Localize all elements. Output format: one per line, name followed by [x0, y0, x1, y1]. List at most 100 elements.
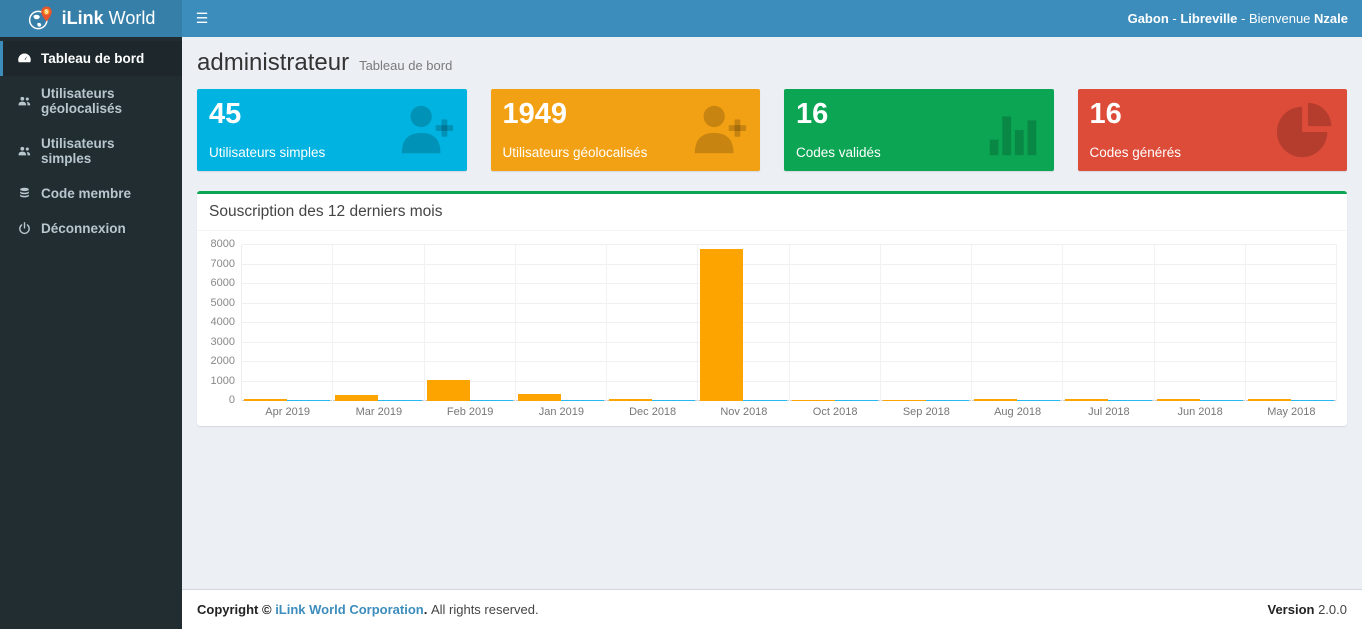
- bar-orange: [883, 400, 926, 402]
- bar-blue: [287, 400, 330, 402]
- bar-group: [881, 245, 972, 401]
- bar-group: [242, 245, 333, 401]
- x-tick-label: Aug 2018: [972, 406, 1063, 418]
- card-codes-generes[interactable]: 16 Codes générés: [1078, 89, 1348, 171]
- y-tick-label: 1000: [211, 375, 235, 387]
- page-title: administrateur: [197, 49, 349, 77]
- x-tick-label: Mar 2019: [333, 406, 424, 418]
- y-tick-label: 8000: [211, 238, 235, 250]
- card-utilisateurs-simples[interactable]: 45 Utilisateurs simples: [197, 89, 467, 171]
- dashboard-icon: [17, 51, 32, 66]
- chart-y-axis: 010002000300040005000600070008000: [205, 245, 241, 401]
- bar-group: [516, 245, 607, 401]
- bar-group: [972, 245, 1063, 401]
- top-bar: $ iLink World ☰ Gabon - Libreville - Bie…: [0, 0, 1362, 37]
- main-content: administrateur Tableau de bord 45 Utilis…: [182, 37, 1362, 629]
- x-tick-label: Apr 2019: [242, 406, 333, 418]
- x-tick-label: Jul 2018: [1063, 406, 1154, 418]
- sidebar: Tableau de bord Utilisateurs géolocalisé…: [0, 37, 182, 629]
- database-icon: [17, 186, 32, 201]
- sidebar-item-deconnexion[interactable]: Déconnexion: [0, 211, 182, 246]
- panel-title: Souscription des 12 derniers mois: [209, 203, 442, 220]
- sidebar-item-label: Tableau de bord: [41, 51, 144, 66]
- sidebar-item-utilisateurs-simples[interactable]: Utilisateurs simples: [0, 126, 182, 176]
- bar-blue: [652, 400, 695, 402]
- brand-name-bold: iLink: [62, 8, 104, 28]
- bar-blue: [1291, 400, 1334, 402]
- x-tick-label: Jun 2018: [1155, 406, 1246, 418]
- y-tick-label: 7000: [211, 258, 235, 270]
- navbar: ☰ Gabon - Libreville - Bienvenue Nzale: [182, 0, 1362, 37]
- bar-blue: [743, 400, 786, 402]
- subscription-chart-panel: Souscription des 12 derniers mois 0 1000 2…: [197, 191, 1347, 426]
- app-window: $ iLink World ☰ Gabon - Libreville - Bie…: [0, 0, 1362, 629]
- bar-orange: [427, 380, 470, 401]
- sidebar-item-label: Utilisateurs simples: [41, 136, 168, 166]
- x-tick-label: May 2018: [1246, 406, 1337, 418]
- user-plus-icon: [395, 99, 457, 161]
- pie-chart-icon: [1275, 99, 1337, 161]
- footer-copyright: Copyright © iLink World Corporation. All…: [197, 602, 539, 617]
- bar-chart-icon: [982, 99, 1044, 161]
- chart-plot: [241, 245, 1337, 401]
- user-city: Libreville: [1180, 11, 1237, 26]
- bar-blue: [1108, 400, 1151, 402]
- y-tick-label: 6000: [211, 277, 235, 289]
- bar-blue: [561, 400, 604, 402]
- users-icon: [17, 144, 32, 159]
- x-tick-label: Nov 2018: [698, 406, 789, 418]
- globe-pin-logo-icon: $: [27, 5, 54, 32]
- page-header: administrateur Tableau de bord: [197, 49, 1347, 77]
- page-subtitle: Tableau de bord: [359, 58, 452, 73]
- card-utilisateurs-geolocalises[interactable]: 1949 Utilisateurs géolocalisés: [491, 89, 761, 171]
- stat-cards: 45 Utilisateurs simples 1949 Utilisateur…: [197, 89, 1347, 171]
- sidebar-item-tableau-de-bord[interactable]: Tableau de bord: [0, 41, 182, 76]
- y-tick-label: 3000: [211, 336, 235, 348]
- x-tick-label: Feb 2019: [425, 406, 516, 418]
- bar-blue: [926, 400, 969, 402]
- y-tick-label: 4000: [211, 316, 235, 328]
- user-greeting[interactable]: Gabon - Libreville - Bienvenue Nzale: [1128, 11, 1362, 26]
- hamburger-icon: ☰: [196, 10, 209, 27]
- sidebar-toggle-button[interactable]: ☰: [182, 0, 222, 37]
- brand-name-regular: World: [109, 8, 156, 28]
- user-name: Nzale: [1314, 11, 1348, 26]
- company-link[interactable]: iLink World Corporation: [275, 602, 424, 617]
- bar-orange: [1065, 399, 1108, 401]
- sidebar-item-code-membre[interactable]: Code membre: [0, 176, 182, 211]
- user-plus-icon: [688, 99, 750, 161]
- rights-text: All rights reserved.: [431, 602, 539, 617]
- footer-version: Version 2.0.0: [1268, 602, 1348, 617]
- bar-orange: [792, 400, 835, 402]
- bar-orange: [974, 399, 1017, 401]
- bar-blue: [1200, 400, 1243, 402]
- x-tick-label: Oct 2018: [790, 406, 881, 418]
- x-tick-label: Jan 2019: [516, 406, 607, 418]
- sidebar-item-utilisateurs-geolocalises[interactable]: Utilisateurs géolocalisés: [0, 76, 182, 126]
- bar-blue: [378, 400, 421, 402]
- bar-orange: [335, 395, 378, 401]
- y-tick-label: 5000: [211, 297, 235, 309]
- brand-name: iLink World: [62, 8, 156, 29]
- subscription-bar-chart: 0 1000 2000 3000 4000 5000 6000 7000 8000 Apr 20…: [197, 231, 1347, 426]
- bar-blue: [1017, 400, 1060, 402]
- bar-group: [698, 245, 789, 401]
- copyright-period: .: [424, 602, 431, 617]
- bar-group: [333, 245, 424, 401]
- svg-text:$: $: [45, 10, 48, 16]
- y-tick-label: 2000: [211, 355, 235, 367]
- greeting-separator: -: [1237, 11, 1249, 26]
- bar-group: [1155, 245, 1246, 401]
- bar-blue: [835, 400, 878, 402]
- brand-logo[interactable]: $ iLink World: [0, 0, 182, 37]
- power-icon: [17, 221, 32, 236]
- y-tick-label: 0: [229, 394, 235, 406]
- bar-orange: [1157, 399, 1200, 401]
- sidebar-item-label: Code membre: [41, 186, 131, 201]
- bar-group: [1063, 245, 1154, 401]
- bar-orange: [609, 399, 652, 401]
- user-country: Gabon: [1128, 11, 1169, 26]
- bar-orange: [518, 394, 561, 401]
- chart-x-labels: Apr 2019Mar 2019Feb 2019Jan 2019Dec 2018…: [242, 401, 1337, 418]
- card-codes-valides[interactable]: 16 Codes validés: [784, 89, 1054, 171]
